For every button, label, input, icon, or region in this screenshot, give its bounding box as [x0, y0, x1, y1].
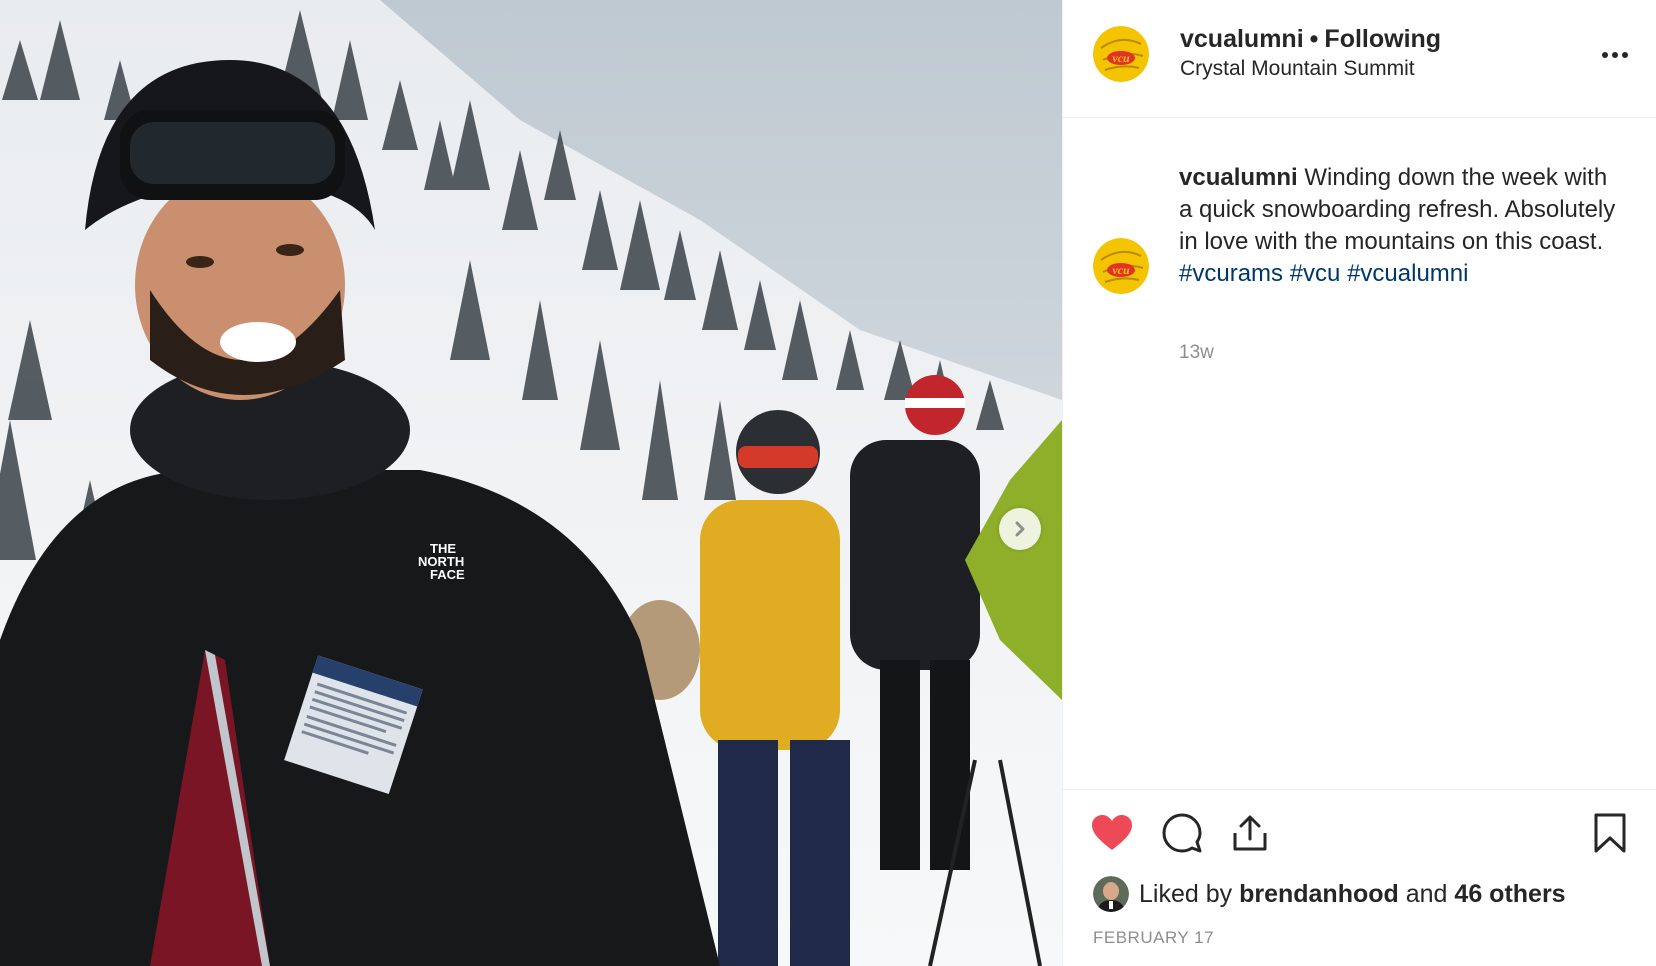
comment-button[interactable] [1159, 810, 1205, 856]
avatar[interactable]: vcu [1093, 26, 1149, 82]
post-date[interactable]: FEBRUARY 17 [1093, 928, 1214, 948]
post-side-panel: vcu vcualumni • Following Crystal Mountain… [1062, 0, 1656, 966]
post-header: vcu vcualumni • Following Crystal Mountain… [1063, 0, 1656, 118]
more-options-icon [1602, 52, 1628, 58]
comments-area: vcu vcualumni Winding down the week with… [1063, 118, 1656, 790]
more-options-button[interactable] [1598, 40, 1632, 70]
caption-timestamp[interactable]: 13w [1179, 342, 1214, 364]
caption-avatar[interactable]: vcu [1093, 238, 1149, 294]
caption-username[interactable]: vcualumni [1179, 164, 1298, 191]
hashtag-link[interactable]: #vcu [1290, 260, 1341, 287]
others-link[interactable]: 46 others [1454, 880, 1565, 909]
comment-icon [1162, 813, 1202, 853]
liker-username[interactable]: brendanhood [1239, 880, 1399, 909]
vcu-logo-icon: vcu [1093, 238, 1149, 294]
bookmark-icon [1594, 813, 1626, 853]
svg-text:FACE: FACE [430, 567, 465, 582]
header-username[interactable]: vcualumni [1180, 25, 1304, 53]
liker-avatar-icon [1093, 876, 1129, 912]
save-button[interactable] [1587, 810, 1633, 856]
chevron-right-icon [1015, 521, 1025, 537]
svg-text:vcu: vcu [1112, 51, 1130, 65]
hashtag-link[interactable]: #vcualumni [1347, 260, 1468, 287]
likes-summary: Liked by brendanhood and 46 others [1093, 874, 1566, 914]
post-actions: Liked by brendanhood and 46 others FEBRU… [1063, 789, 1656, 966]
liked-by-prefix: Liked by [1139, 879, 1233, 908]
post-photo[interactable]: THE NORTH FACE [0, 0, 1062, 966]
heart-icon [1092, 815, 1132, 850]
separator-dot: • [1309, 25, 1319, 53]
liker-avatar[interactable] [1093, 876, 1129, 912]
hashtag-link[interactable]: #vcurams [1179, 260, 1283, 287]
share-icon [1233, 815, 1267, 851]
follow-status-button[interactable]: Following [1324, 25, 1441, 53]
like-button[interactable] [1089, 810, 1135, 856]
vcu-logo-icon: vcu [1093, 26, 1149, 82]
location-link[interactable]: Crystal Mountain Summit [1180, 57, 1415, 81]
header-username-line: vcualumni • Following [1180, 25, 1441, 54]
post-caption: vcualumni Winding down the week with a q… [1179, 162, 1627, 290]
snowboarder-photo: THE NORTH FACE [0, 0, 1062, 966]
liked-by-joiner: and [1405, 879, 1448, 908]
instagram-post: THE NORTH FACE vcu vcualumni • Following… [0, 0, 1656, 966]
share-button[interactable] [1227, 810, 1273, 856]
next-photo-button[interactable] [999, 508, 1041, 550]
svg-text:vcu: vcu [1112, 263, 1130, 277]
